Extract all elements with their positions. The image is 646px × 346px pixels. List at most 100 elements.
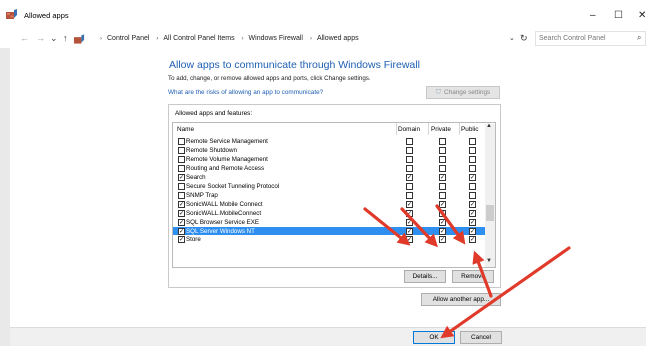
private-checkbox[interactable]: ✓	[439, 200, 446, 208]
private-checkbox[interactable]: ✓	[439, 173, 446, 181]
domain-checkbox[interactable]: ✓	[406, 218, 413, 226]
public-checkbox[interactable]: ✓	[469, 173, 476, 181]
private-checkbox[interactable]	[439, 155, 446, 163]
chevron-down-icon[interactable]: ⌄	[50, 33, 58, 44]
app-name: SQL Server Windows NT	[186, 227, 255, 235]
domain-checkbox[interactable]: ✓	[406, 236, 413, 244]
breadcrumb-item[interactable]: All Control Panel Items	[163, 35, 234, 42]
domain-checkbox[interactable]	[406, 191, 413, 199]
public-checkbox[interactable]	[469, 138, 476, 145]
list-item[interactable]: ✓ SonicWALL.MobileConnect ✓ ✓ ✓	[173, 209, 485, 218]
private-checkbox[interactable]	[439, 164, 446, 172]
private-checkbox[interactable]: ✓	[439, 236, 446, 244]
domain-checkbox[interactable]: ✓	[406, 200, 413, 208]
details-button[interactable]: Details...	[404, 270, 446, 283]
app-name: SQL Browser Service EXE	[186, 218, 260, 226]
enable-checkbox[interactable]: ✓	[178, 236, 185, 244]
app-name: Remote Shutdown	[186, 146, 237, 154]
public-checkbox[interactable]: ✓	[469, 227, 476, 235]
list-item[interactable]: ✓ SonicWALL Mobile Connect ✓ ✓ ✓	[173, 200, 485, 209]
scrollbar-thumb[interactable]	[486, 205, 494, 221]
enable-checkbox[interactable]: ✓	[178, 173, 185, 181]
public-checkbox[interactable]: ✓	[469, 209, 476, 217]
enable-checkbox[interactable]	[178, 155, 185, 163]
private-checkbox[interactable]: ✓	[439, 209, 446, 217]
change-settings-button[interactable]: ⛉ Change settings	[426, 86, 500, 99]
app-name: Store	[186, 236, 201, 244]
enable-checkbox[interactable]: ✓	[178, 209, 185, 217]
enable-checkbox[interactable]	[178, 164, 185, 172]
risks-link[interactable]: What are the risks of allowing an app to…	[168, 89, 323, 96]
up-icon[interactable]: ↑	[63, 33, 68, 43]
domain-checkbox[interactable]: ✓	[406, 173, 413, 181]
domain-checkbox[interactable]	[406, 146, 413, 154]
breadcrumb-item[interactable]: Windows Firewall	[249, 35, 303, 42]
page-title: Allow apps to communicate through Window…	[169, 59, 420, 71]
refresh-icon[interactable]: ↻	[520, 33, 528, 44]
private-checkbox[interactable]	[439, 138, 446, 145]
column-header-private[interactable]: Private	[431, 126, 451, 133]
column-divider	[428, 123, 429, 135]
list-item[interactable]: ✓ Search ✓ ✓ ✓	[173, 173, 485, 182]
public-checkbox[interactable]	[469, 182, 476, 190]
public-checkbox[interactable]	[469, 191, 476, 199]
back-icon[interactable]: ←	[20, 33, 29, 43]
column-header-public[interactable]: Public	[461, 126, 478, 133]
public-checkbox[interactable]: ✓	[469, 236, 476, 244]
minimize-button[interactable]: –	[590, 10, 596, 21]
public-checkbox[interactable]: ✓	[469, 200, 476, 208]
breadcrumb: › Control Panel › All Control Panel Items …	[100, 35, 359, 42]
navigation-pane	[0, 48, 10, 346]
domain-checkbox[interactable]	[406, 155, 413, 163]
search-icon[interactable]: ⌕	[637, 33, 641, 43]
domain-checkbox[interactable]: ✓	[406, 227, 413, 235]
enable-checkbox[interactable]	[178, 182, 185, 190]
list-item[interactable]: Remote Shutdown	[173, 146, 485, 155]
remove-button[interactable]: Remove	[452, 270, 494, 283]
breadcrumb-item[interactable]: Allowed apps	[317, 35, 359, 42]
app-name: Search	[186, 173, 206, 181]
public-checkbox[interactable]: ✓	[469, 218, 476, 226]
enable-checkbox[interactable]: ✓	[178, 200, 185, 208]
column-header-name[interactable]: Name	[177, 126, 194, 133]
list-item[interactable]: Remote Service Management	[173, 137, 485, 146]
private-checkbox[interactable]	[439, 146, 446, 154]
private-checkbox[interactable]: ✓	[439, 227, 446, 235]
domain-checkbox[interactable]: ✓	[406, 209, 413, 217]
allow-another-app-button[interactable]: Allow another app...	[421, 293, 501, 306]
domain-checkbox[interactable]	[406, 138, 413, 145]
enable-checkbox[interactable]	[178, 191, 185, 199]
private-checkbox[interactable]: ✓	[439, 218, 446, 226]
public-checkbox[interactable]	[469, 164, 476, 172]
list-item[interactable]: Remote Volume Management	[173, 155, 485, 164]
column-header-domain[interactable]: Domain	[398, 126, 420, 133]
enable-checkbox[interactable]	[178, 138, 185, 145]
list-item[interactable]: ✓ Store ✓ ✓ ✓	[173, 235, 485, 244]
firewall-icon	[6, 9, 17, 19]
forward-icon[interactable]: →	[36, 33, 45, 43]
list-item[interactable]: ✓ SQL Server Windows NT ✓ ✓ ✓	[173, 226, 485, 236]
scroll-up-icon[interactable]: ▲	[486, 123, 492, 129]
public-checkbox[interactable]	[469, 146, 476, 154]
scrollbar[interactable]	[485, 124, 495, 267]
app-name: Remote Service Management	[186, 138, 268, 145]
maximize-button[interactable]: ☐	[614, 10, 623, 21]
list-item[interactable]: ✓ SQL Browser Service EXE ✓ ✓ ✓	[173, 218, 485, 227]
list-item[interactable]: Routing and Remote Access	[173, 164, 485, 173]
domain-checkbox[interactable]	[406, 182, 413, 190]
enable-checkbox[interactable]: ✓	[178, 227, 185, 235]
public-checkbox[interactable]	[469, 155, 476, 163]
enable-checkbox[interactable]	[178, 146, 185, 154]
ok-button[interactable]: OK	[413, 331, 455, 344]
list-item[interactable]: SNMP Trap	[173, 191, 485, 200]
enable-checkbox[interactable]: ✓	[178, 218, 185, 226]
close-button[interactable]: ✕	[638, 10, 646, 21]
address-dropdown-icon[interactable]: ⌄	[509, 34, 515, 42]
cancel-button[interactable]: Cancel	[460, 331, 502, 344]
private-checkbox[interactable]	[439, 182, 446, 190]
scroll-down-icon[interactable]: ▼	[486, 258, 492, 264]
domain-checkbox[interactable]	[406, 164, 413, 172]
breadcrumb-item[interactable]: Control Panel	[107, 35, 149, 42]
private-checkbox[interactable]	[439, 191, 446, 199]
list-item[interactable]: Secure Socket Tunneling Protocol	[173, 182, 485, 191]
